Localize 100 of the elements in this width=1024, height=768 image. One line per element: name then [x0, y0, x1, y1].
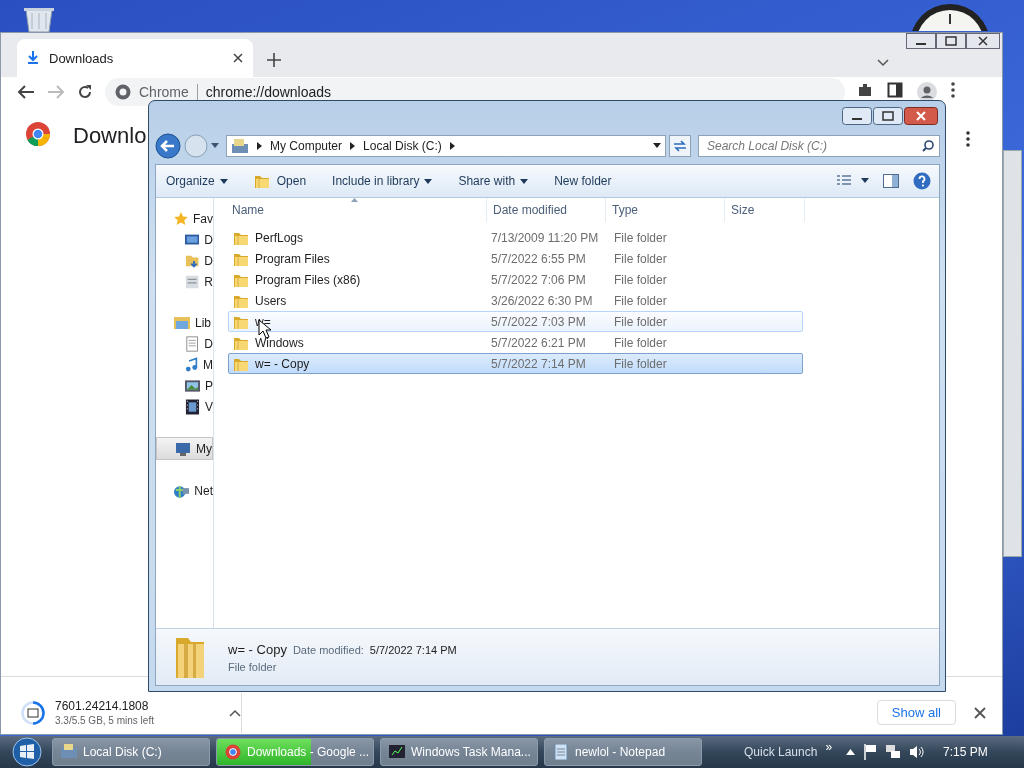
caret-up-icon[interactable] [229, 708, 241, 717]
minimize-icon[interactable] [842, 107, 872, 125]
breadcrumb-item[interactable]: Local Disk (C:) [363, 139, 442, 153]
menu-icon[interactable] [966, 131, 970, 147]
type-cell-text: File folder [613, 356, 667, 371]
date-cell-text: 5/7/2022 7:06 PM [490, 272, 587, 287]
quick-launch-label: Quick Launch [744, 745, 818, 759]
progress-ring-icon [21, 700, 45, 725]
chrome-logo-icon [115, 84, 131, 100]
taskbar-button[interactable]: Windows Task Mana... [380, 738, 538, 766]
type-cell-text: File folder [613, 251, 667, 266]
minimize-icon[interactable] [906, 33, 936, 49]
item-type: File folder [228, 660, 278, 673]
download-status: 3.3/5.5 GB, 5 mins left [55, 715, 155, 726]
close-icon[interactable] [233, 53, 243, 63]
taskbar-button[interactable]: Downloads - Google ... [216, 738, 374, 766]
taskbar-button[interactable]: newlol - Notepad [544, 738, 702, 766]
type-cell-text: File folder [613, 293, 667, 308]
clock-time[interactable]: 7:15 PM [943, 745, 988, 759]
maximize-icon[interactable] [873, 107, 903, 125]
nav-item[interactable]: My [156, 437, 213, 460]
toolbar-button[interactable]: Share with [458, 174, 529, 188]
browser-tab[interactable]: Downloads [17, 39, 253, 77]
network-icon[interactable] [885, 744, 902, 760]
caret-up-icon[interactable] [846, 749, 856, 755]
file-name: Windows [255, 335, 304, 350]
close-icon[interactable] [904, 107, 938, 125]
file-name: Program Files (x86) [255, 272, 361, 287]
file-row[interactable]: Users 3/26/2022 6:30 PM File folder [228, 290, 803, 311]
search-field[interactable]: Search Local Disk (C:) [698, 135, 940, 157]
toolbar-button[interactable]: Include in library [332, 174, 433, 188]
menu-icon[interactable] [951, 82, 955, 98]
refresh-icon[interactable] [669, 135, 691, 157]
preview-pane-icon[interactable] [883, 174, 899, 188]
nav-item[interactable]: M [156, 354, 213, 375]
chevron-right-icon[interactable] [350, 142, 356, 150]
back-icon[interactable] [155, 133, 181, 159]
breadcrumb-item[interactable]: My Computer [270, 139, 343, 153]
file-name: Program Files [255, 251, 330, 266]
dropdown-arrow-icon [219, 178, 228, 184]
dropdown-arrow-icon [520, 178, 529, 184]
file-name: w= - Copy [255, 356, 310, 371]
page-heading: Downlo [73, 122, 147, 150]
file-row[interactable]: Windows 5/7/2022 6:21 PM File folder [228, 332, 803, 353]
address-field[interactable]: My Computer Local Disk (C:) [226, 135, 666, 157]
taskbar-button[interactable]: Local Disk (C:) [52, 738, 210, 766]
date-label: Date modified: [292, 643, 364, 656]
type-cell-text: File folder [613, 272, 667, 287]
column-header[interactable]: Size [725, 198, 805, 222]
app-icon [225, 744, 241, 760]
help-icon[interactable] [913, 172, 931, 190]
nav-item[interactable]: Fav [156, 208, 213, 229]
show-all-button[interactable]: Show all [876, 700, 956, 725]
app-icon [389, 744, 405, 760]
toolbar-button[interactable]: Organize [166, 174, 228, 188]
file-row[interactable]: PerfLogs 7/13/2009 11:20 PM File folder [228, 227, 803, 248]
folder-icon [253, 173, 272, 189]
date-value: 5/7/2022 7:14 PM [369, 643, 457, 656]
nav-item[interactable]: Lib [156, 312, 213, 333]
toolbar-button[interactable]: New folder [554, 174, 612, 188]
app-icon [61, 744, 77, 760]
dropdown-arrow-icon[interactable] [653, 143, 661, 149]
flag-icon[interactable] [863, 744, 878, 760]
reload-icon[interactable] [77, 84, 93, 100]
nav-item[interactable]: V [156, 396, 213, 417]
close-icon[interactable] [966, 33, 1000, 49]
computer-icon [231, 138, 249, 154]
chevron-down-icon[interactable] [877, 59, 889, 67]
url-text: chrome://downloads [205, 84, 332, 100]
file-row[interactable]: Program Files 5/7/2022 6:55 PM File folder [228, 248, 803, 269]
plus-icon[interactable] [267, 53, 281, 67]
sidebar-icon[interactable] [887, 82, 903, 98]
speaker-icon[interactable] [909, 745, 926, 759]
close-icon[interactable] [974, 706, 986, 719]
dropdown-arrow-icon [424, 178, 433, 184]
nav-item[interactable]: D [156, 333, 213, 354]
chevron-right-icon[interactable] [449, 142, 455, 150]
file-row[interactable]: Program Files (x86) 5/7/2022 7:06 PM File folder [228, 269, 803, 290]
nav-item[interactable]: D [156, 250, 213, 271]
chevron-right-icon[interactable] [257, 142, 262, 150]
app-icon [553, 744, 569, 760]
date-cell-text: 5/7/2022 6:55 PM [490, 251, 587, 266]
column-header[interactable]: Date modified [487, 198, 606, 222]
back-arrow-icon[interactable] [17, 84, 35, 100]
nav-item[interactable]: D [156, 229, 213, 250]
column-header[interactable]: Type [606, 198, 725, 222]
nav-item[interactable]: R [156, 271, 213, 292]
download-filename: 7601.24214.1808 [55, 699, 150, 713]
nav-item[interactable]: Net [156, 480, 213, 501]
toolbar-button[interactable]: Open [253, 173, 307, 189]
date-cell-text: 5/7/2022 7:14 PM [490, 356, 587, 371]
view-list-icon[interactable] [837, 175, 869, 187]
date-cell-text: 7/13/2009 11:20 PM [490, 230, 600, 245]
chevron-button[interactable]: » [825, 740, 833, 754]
date-cell-text: 5/7/2022 7:03 PM [490, 314, 587, 329]
nav-item[interactable]: P [156, 375, 213, 396]
type-cell-text: File folder [613, 314, 667, 329]
maximize-icon[interactable] [936, 33, 966, 49]
file-row[interactable]: w= - Copy 5/7/2022 7:14 PM File folder [228, 353, 803, 374]
download-icon [27, 51, 39, 65]
